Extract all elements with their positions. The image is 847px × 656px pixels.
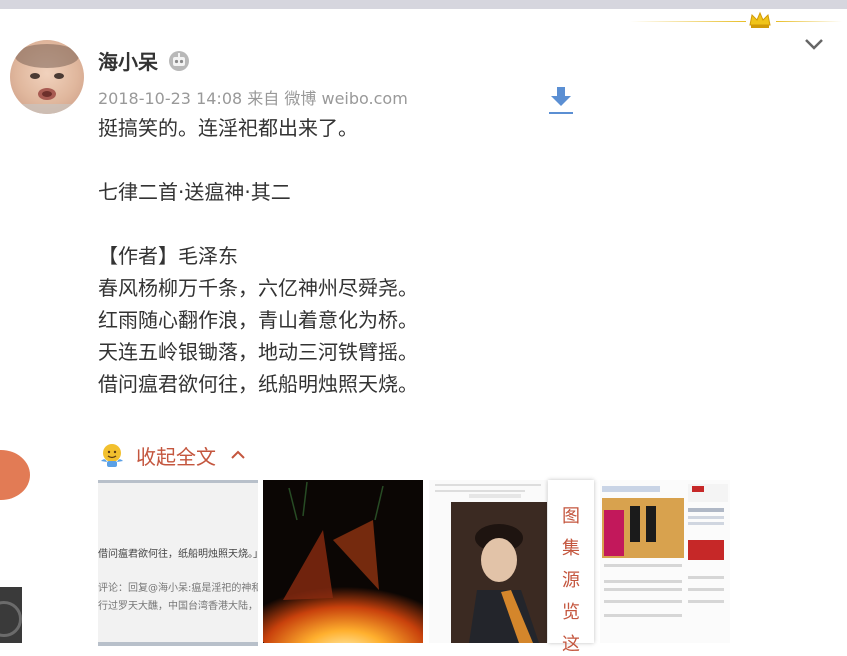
thumb-text-line: 借问瘟君欲何往，纸船明烛照天烧。」 [98, 549, 258, 560]
side-avatar-partial[interactable] [0, 450, 30, 500]
image-thumbnail-3[interactable] [429, 480, 547, 643]
post-content: 挺搞笑的。连淫祀都出来了。 七律二首·送瘟神·其二 【作者】毛泽东 春风杨柳万千… [98, 116, 418, 396]
source-prefix: 来自 [247, 89, 280, 108]
post-meta: 2018-10-23 14:08 来自 微博 weibo.com [98, 85, 408, 109]
post-timestamp[interactable]: 2018-10-23 14:08 [98, 89, 242, 108]
source-panel-char: 览 [562, 602, 580, 623]
thumb-text-line: 评论：回复@海小呆:瘟是淫祀的神和迷 [98, 583, 258, 594]
download-icon[interactable] [548, 84, 574, 116]
robot-badge-icon[interactable] [168, 50, 190, 72]
collapse-label[interactable]: 收起全文 [136, 441, 216, 470]
image-grid: 借问瘟君欲何往，纸船明烛照天烧。」 评论：回复@海小呆:瘟是淫祀的神和迷 行过罗… [98, 480, 730, 646]
crown-divider-left [630, 21, 746, 22]
post-source[interactable]: 微博 weibo.com [284, 89, 407, 108]
crown-divider-right [776, 21, 842, 22]
top-bar [0, 0, 847, 9]
source-panel-char: 这 [562, 634, 580, 655]
image-thumbnail-4[interactable] [600, 480, 730, 643]
emoji-icon [101, 444, 123, 467]
author-name[interactable]: 海小呆 [98, 46, 158, 75]
crown-icon [749, 11, 771, 28]
source-panel-char: 图 [562, 506, 580, 527]
image-thumbnail-1[interactable]: 借问瘟君欲何往，纸船明烛照天烧。」 评论：回复@海小呆:瘟是淫祀的神和迷 行过罗… [98, 480, 258, 646]
chevron-up-icon[interactable] [230, 449, 246, 461]
thumb-text-line: 行过罗天大醮，中国台湾香港大陆，美 [98, 601, 258, 612]
image-source-panel[interactable]: 图 集 源 览 这 [548, 480, 594, 655]
source-panel-char: 源 [562, 570, 580, 591]
image-thumbnail-2[interactable] [263, 480, 423, 643]
collapse-toggle[interactable]: 收起全文 [98, 440, 246, 470]
avatar[interactable] [10, 40, 84, 114]
source-panel-char: 集 [562, 538, 580, 559]
camera-button[interactable] [0, 587, 22, 643]
chevron-down-icon[interactable] [803, 37, 825, 51]
